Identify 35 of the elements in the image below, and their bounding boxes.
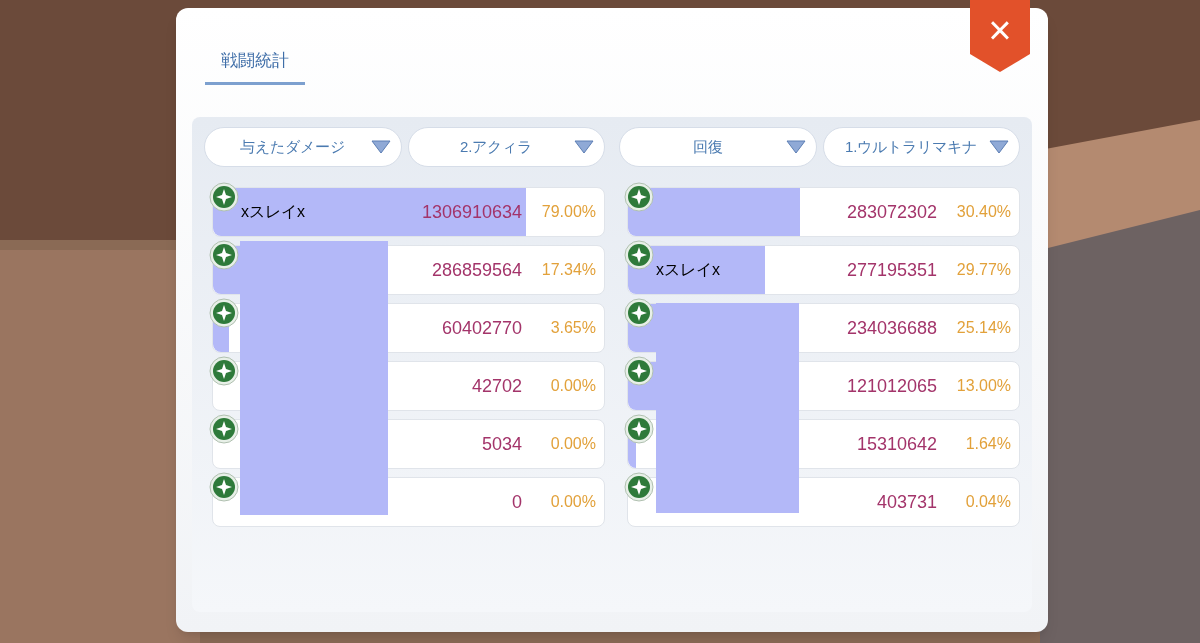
amount: 42702 [470,374,522,398]
player-name: xスレイx [656,260,721,280]
percent: 13.00% [955,376,1012,396]
amount: 121012065 [845,374,937,398]
amount: 234036688 [845,316,937,340]
percent: 29.77% [955,260,1012,280]
amount: 286859564 [430,258,522,282]
dropdown-arrow-icon [785,140,806,154]
tab[interactable]: 戦闘統計 [205,48,305,85]
player-name: xスレイx [241,202,306,222]
dropdown[interactable]: 与えたダメージ [204,127,402,167]
amount: 1306910634 [420,200,522,224]
dropdown[interactable]: 2.アクィラ [407,127,605,167]
amount: 0 [511,490,522,514]
dropdown-arrow-icon [574,140,594,154]
amount: 60402770 [440,316,522,340]
percent: 0.00% [549,434,597,454]
percent: 3.65% [549,318,597,338]
dropdown-arrow-icon [370,140,391,154]
percent: 0.04% [964,492,1012,512]
dropdown[interactable]: 1.ウルトラリマキナ [822,127,1020,167]
percent: 30.40% [955,202,1012,222]
amount: 283072302 [845,200,937,224]
percent: 79.00% [540,202,597,222]
dropdown-arrow-icon [989,140,1009,154]
amount: 5034 [480,432,522,456]
percent: 17.34% [540,260,597,280]
amount: 403731 [875,490,937,514]
percent: 25.14% [955,318,1012,338]
percent: 0.00% [549,492,597,512]
percent: 0.00% [549,376,597,396]
percent: 1.64% [964,434,1012,454]
amount: 15310642 [855,432,937,456]
dropdown[interactable]: 回復 [619,127,817,167]
amount: 277195351 [845,258,937,282]
